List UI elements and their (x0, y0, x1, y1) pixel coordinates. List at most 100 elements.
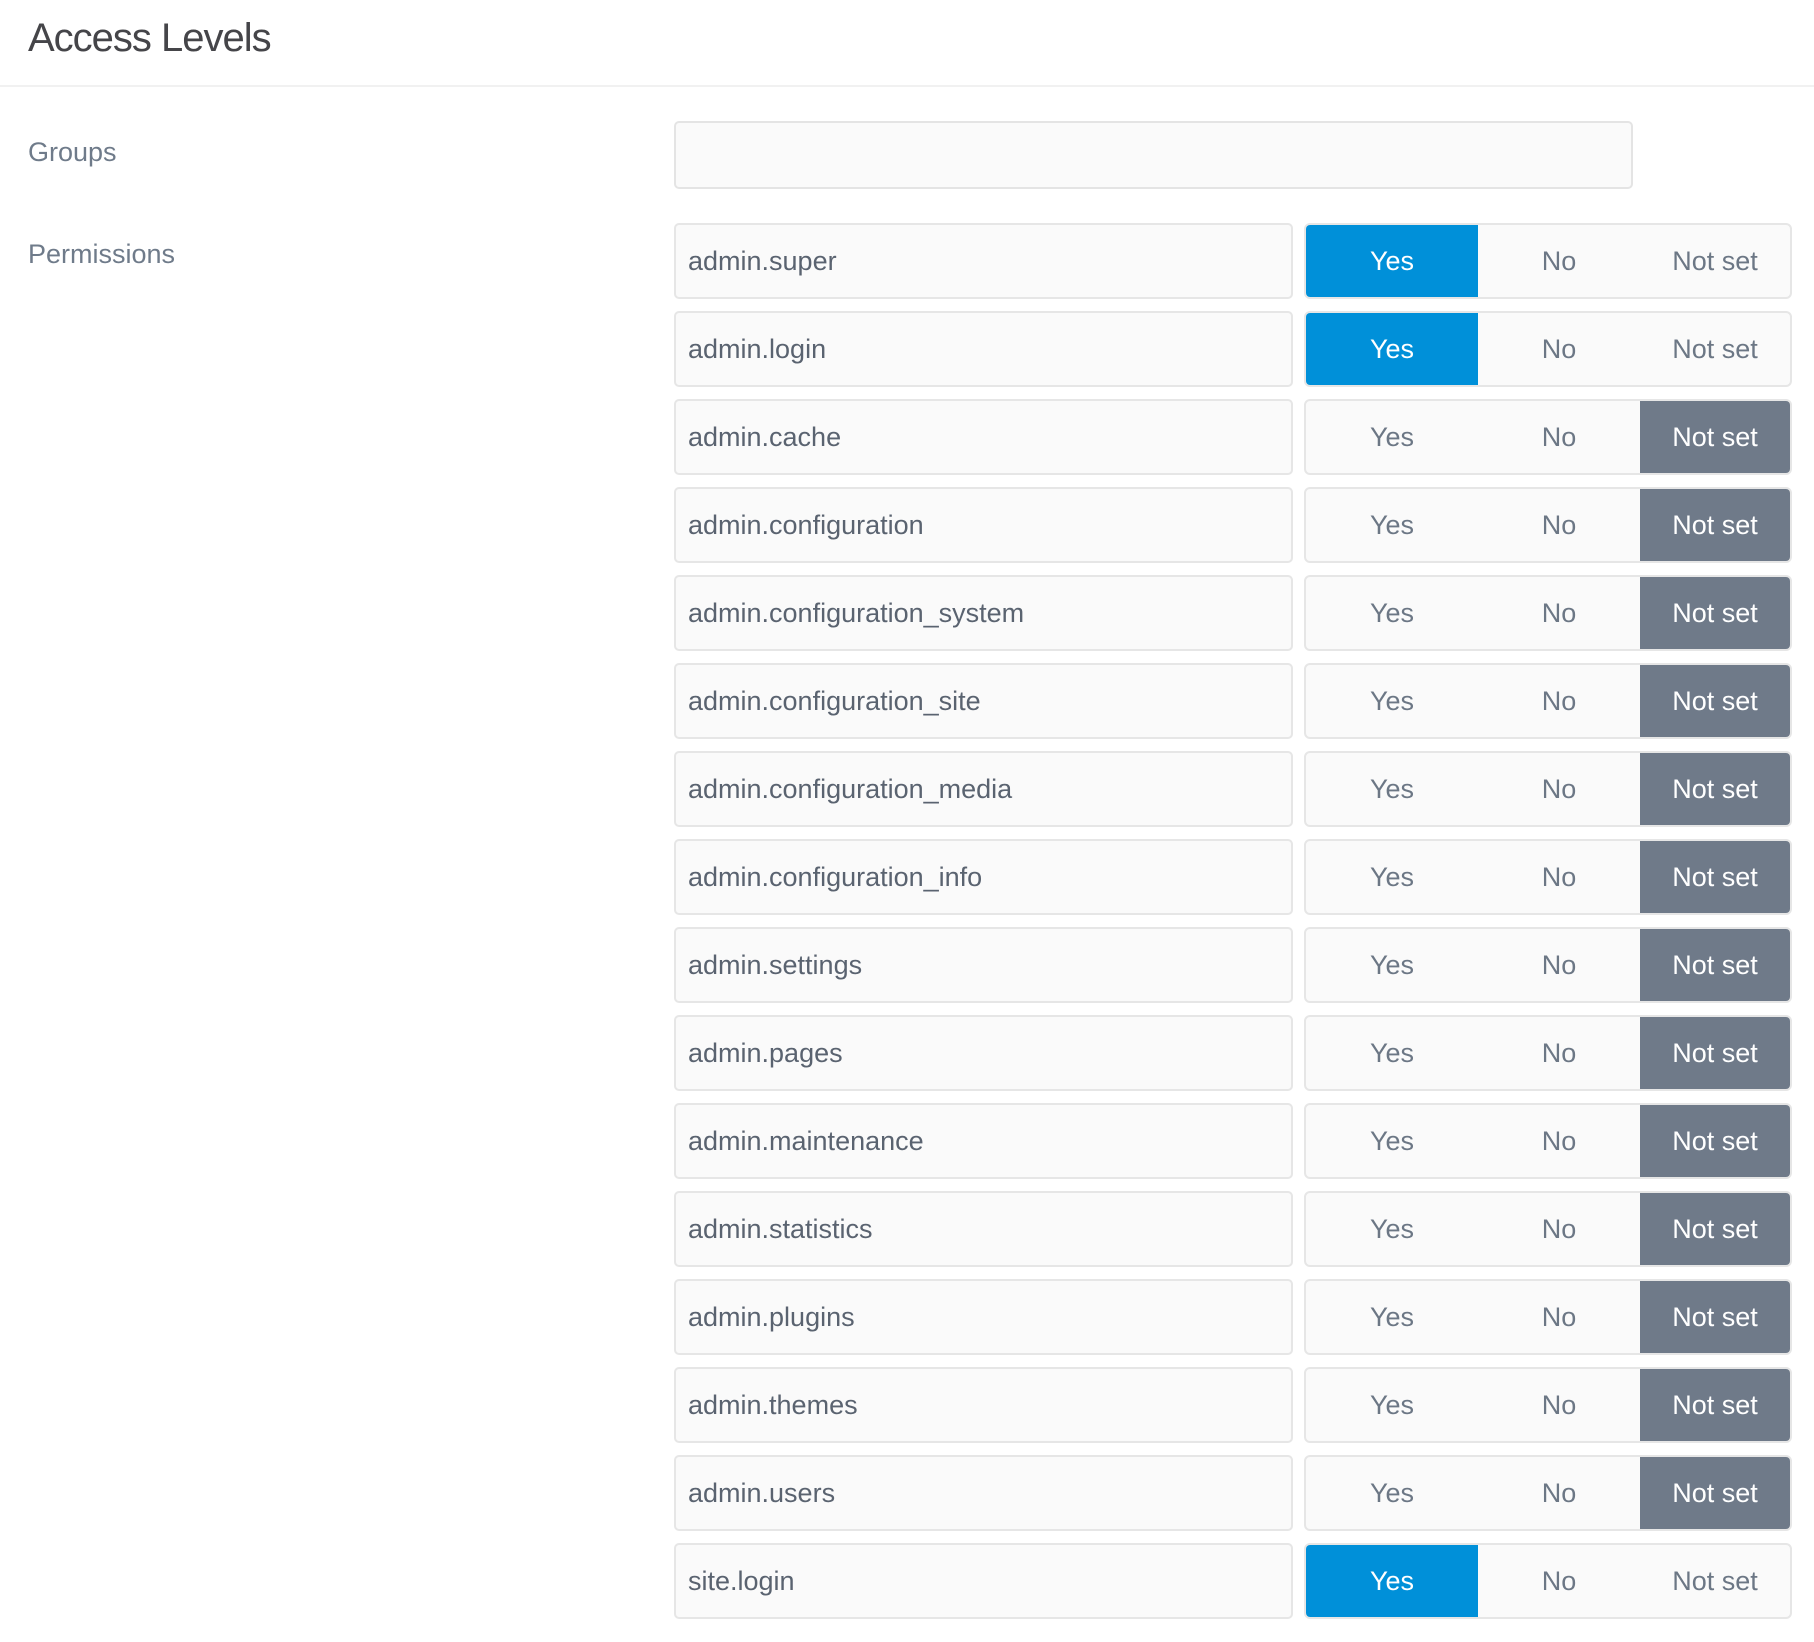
toggle-yes[interactable]: Yes (1306, 1017, 1478, 1089)
toggle-no[interactable]: No (1478, 1017, 1640, 1089)
toggle-not-set[interactable]: Not set (1640, 1017, 1790, 1089)
permission-row: Yes No Not set (674, 1103, 1792, 1179)
toggle-not-set[interactable]: Not set (1640, 665, 1790, 737)
permission-row: Yes No Not set (674, 487, 1792, 563)
toggle-not-set[interactable]: Not set (1640, 1193, 1790, 1265)
toggle-not-set[interactable]: Not set (1640, 1457, 1790, 1529)
permission-toggle-group: Yes No Not set (1304, 1367, 1792, 1443)
permission-toggle-group: Yes No Not set (1304, 1191, 1792, 1267)
toggle-yes[interactable]: Yes (1306, 225, 1478, 297)
permission-toggle-group: Yes No Not set (1304, 311, 1792, 387)
toggle-not-set[interactable]: Not set (1640, 1105, 1790, 1177)
toggle-not-set[interactable]: Not set (1640, 577, 1790, 649)
permission-toggle-group: Yes No Not set (1304, 1455, 1792, 1531)
permission-row: Yes No Not set (674, 311, 1792, 387)
permission-toggle-group: Yes No Not set (1304, 927, 1792, 1003)
permission-row: Yes No Not set (674, 1191, 1792, 1267)
permission-name-input[interactable] (674, 1455, 1293, 1531)
permission-name-input[interactable] (674, 1367, 1293, 1443)
toggle-not-set[interactable]: Not set (1640, 489, 1790, 561)
toggle-not-set[interactable]: Not set (1640, 753, 1790, 825)
toggle-not-set[interactable]: Not set (1640, 1545, 1790, 1617)
permission-toggle-group: Yes No Not set (1304, 663, 1792, 739)
toggle-no[interactable]: No (1478, 489, 1640, 561)
toggle-not-set[interactable]: Not set (1640, 313, 1790, 385)
permission-name-input[interactable] (674, 1191, 1293, 1267)
toggle-yes[interactable]: Yes (1306, 1105, 1478, 1177)
toggle-no[interactable]: No (1478, 929, 1640, 1001)
permission-name-input[interactable] (674, 399, 1293, 475)
permission-row: Yes No Not set (674, 1543, 1792, 1619)
permission-name-input[interactable] (674, 1543, 1293, 1619)
permission-name-input[interactable] (674, 663, 1293, 739)
permission-toggle-group: Yes No Not set (1304, 1103, 1792, 1179)
permission-row: Yes No Not set (674, 1015, 1792, 1091)
toggle-not-set[interactable]: Not set (1640, 929, 1790, 1001)
permission-toggle-group: Yes No Not set (1304, 1015, 1792, 1091)
permission-name-input[interactable] (674, 223, 1293, 299)
permission-name-input[interactable] (674, 487, 1293, 563)
page-title: Access Levels (28, 16, 272, 60)
toggle-yes[interactable]: Yes (1306, 1545, 1478, 1617)
permission-row: Yes No Not set (674, 1367, 1792, 1443)
groups-input[interactable] (674, 121, 1633, 189)
toggle-yes[interactable]: Yes (1306, 1193, 1478, 1265)
permission-toggle-group: Yes No Not set (1304, 223, 1792, 299)
permission-row: Yes No Not set (674, 399, 1792, 475)
permission-toggle-group: Yes No Not set (1304, 1543, 1792, 1619)
toggle-not-set[interactable]: Not set (1640, 1281, 1790, 1353)
permission-name-input[interactable] (674, 751, 1293, 827)
toggle-no[interactable]: No (1478, 753, 1640, 825)
toggle-no[interactable]: No (1478, 1105, 1640, 1177)
toggle-no[interactable]: No (1478, 1369, 1640, 1441)
toggle-not-set[interactable]: Not set (1640, 841, 1790, 913)
permission-toggle-group: Yes No Not set (1304, 399, 1792, 475)
toggle-no[interactable]: No (1478, 313, 1640, 385)
permission-toggle-group: Yes No Not set (1304, 487, 1792, 563)
toggle-yes[interactable]: Yes (1306, 577, 1478, 649)
permission-row: Yes No Not set (674, 575, 1792, 651)
permission-toggle-group: Yes No Not set (1304, 575, 1792, 651)
permission-toggle-group: Yes No Not set (1304, 839, 1792, 915)
permission-row: Yes No Not set (674, 1455, 1792, 1531)
permission-row: Yes No Not set (674, 839, 1792, 915)
toggle-not-set[interactable]: Not set (1640, 1369, 1790, 1441)
permission-name-input[interactable] (674, 1279, 1293, 1355)
title-divider (0, 85, 1814, 87)
toggle-yes[interactable]: Yes (1306, 401, 1478, 473)
toggle-no[interactable]: No (1478, 841, 1640, 913)
toggle-yes[interactable]: Yes (1306, 753, 1478, 825)
permission-row: Yes No Not set (674, 1279, 1792, 1355)
permission-name-input[interactable] (674, 927, 1293, 1003)
permission-name-input[interactable] (674, 1015, 1293, 1091)
toggle-not-set[interactable]: Not set (1640, 401, 1790, 473)
permission-toggle-group: Yes No Not set (1304, 751, 1792, 827)
toggle-yes[interactable]: Yes (1306, 1369, 1478, 1441)
toggle-yes[interactable]: Yes (1306, 929, 1478, 1001)
groups-label: Groups (28, 137, 117, 167)
toggle-no[interactable]: No (1478, 1457, 1640, 1529)
toggle-yes[interactable]: Yes (1306, 1457, 1478, 1529)
toggle-yes[interactable]: Yes (1306, 489, 1478, 561)
toggle-yes[interactable]: Yes (1306, 1281, 1478, 1353)
toggle-yes[interactable]: Yes (1306, 313, 1478, 385)
permission-row: Yes No Not set (674, 223, 1792, 299)
permissions-list: Yes No Not set Yes No Not set Yes No Not… (674, 223, 1792, 1631)
permission-row: Yes No Not set (674, 663, 1792, 739)
toggle-no[interactable]: No (1478, 1193, 1640, 1265)
permission-name-input[interactable] (674, 575, 1293, 651)
toggle-yes[interactable]: Yes (1306, 665, 1478, 737)
permission-toggle-group: Yes No Not set (1304, 1279, 1792, 1355)
toggle-no[interactable]: No (1478, 401, 1640, 473)
permission-name-input[interactable] (674, 1103, 1293, 1179)
toggle-not-set[interactable]: Not set (1640, 225, 1790, 297)
toggle-no[interactable]: No (1478, 665, 1640, 737)
toggle-yes[interactable]: Yes (1306, 841, 1478, 913)
permission-name-input[interactable] (674, 311, 1293, 387)
toggle-no[interactable]: No (1478, 577, 1640, 649)
toggle-no[interactable]: No (1478, 1545, 1640, 1617)
toggle-no[interactable]: No (1478, 1281, 1640, 1353)
permission-row: Yes No Not set (674, 751, 1792, 827)
permission-name-input[interactable] (674, 839, 1293, 915)
toggle-no[interactable]: No (1478, 225, 1640, 297)
